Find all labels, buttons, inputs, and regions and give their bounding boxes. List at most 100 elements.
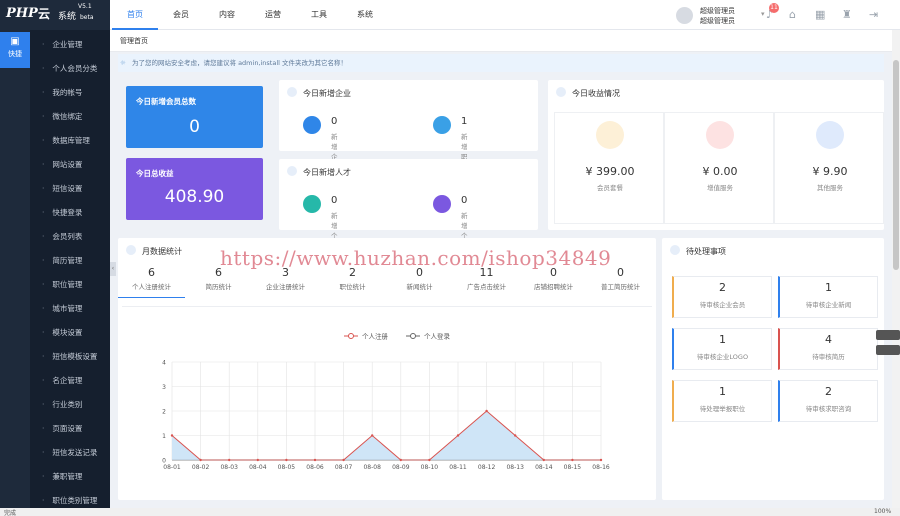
- sidebar-item[interactable]: 模块设置: [30, 321, 110, 345]
- user-menu[interactable]: 超级管理员 超级管理员 ▾: [676, 6, 766, 26]
- todo-label: 待审核求职咨询: [805, 405, 852, 413]
- zoom-level: 100%: [874, 508, 892, 515]
- todo-reported-jobs[interactable]: 1 待处理举报职位: [672, 380, 772, 422]
- todo-resumes[interactable]: 4 待审核简历: [778, 328, 878, 370]
- y-tick-label: 4: [162, 360, 166, 367]
- legend-label: 个人登录: [424, 332, 451, 341]
- tab-label: 职位统计: [339, 283, 366, 291]
- todo-company-logo[interactable]: 1 待审核企业LOGO: [672, 328, 772, 370]
- income-member-package-value: ¥ 399.00: [585, 165, 635, 178]
- x-tick-label: 08-16: [592, 464, 610, 471]
- home-icon[interactable]: ⌂: [789, 8, 796, 21]
- sidebar-item[interactable]: 行业类别: [30, 393, 110, 417]
- x-tick-label: 08-03: [220, 464, 238, 471]
- sidebar-item[interactable]: 职位类别管理: [30, 489, 110, 508]
- todo-label: 待审核企业新闻: [805, 301, 852, 309]
- tab-label: 个人注册统计: [132, 283, 171, 291]
- top-bar: PHP 云 系统 V5.1 beta 首页 会员 内容 运营 工具 系统 超级管…: [0, 0, 900, 30]
- data-point-register: [428, 458, 431, 462]
- nav-operation[interactable]: 运营: [250, 0, 296, 30]
- logout-icon[interactable]: ⇥: [869, 8, 878, 21]
- today-income-card: 今日总收益 408.90: [126, 158, 263, 220]
- todo-value: 1: [719, 385, 726, 398]
- sidebar-item[interactable]: 快捷登录: [30, 201, 110, 225]
- y-tick-label: 2: [162, 409, 166, 416]
- sidebar-item[interactable]: 页面设置: [30, 417, 110, 441]
- todo-label: 待处理举报职位: [699, 405, 746, 413]
- todo-company-members[interactable]: 2 待审核企业会员: [672, 276, 772, 318]
- nav-member[interactable]: 会员: [158, 0, 204, 30]
- sidebar-item[interactable]: 微信绑定: [30, 105, 110, 129]
- nav-system[interactable]: 系统: [342, 0, 388, 30]
- coin-icon: [556, 87, 566, 97]
- sidebar-item[interactable]: 名企管理: [30, 369, 110, 393]
- sidebar-item[interactable]: 企业管理: [30, 33, 110, 57]
- avatar: [676, 7, 693, 24]
- todo-value: 2: [719, 281, 726, 294]
- sidebar-item[interactable]: 简历管理: [30, 249, 110, 273]
- sidebar-item[interactable]: 短信设置: [30, 177, 110, 201]
- income-value-added[interactable]: ¥ 0.00 增值服务: [664, 112, 774, 224]
- income-value-added-value: ¥ 0.00: [702, 165, 738, 178]
- new-companies-panel: 今日新增企业 0 新增企业会员 1 新增职位: [279, 80, 538, 191]
- clipboard-icon: [670, 245, 680, 255]
- tab-label: 店铺招聘统计: [534, 283, 573, 291]
- todo-panel: 待处理事项 2 待审核企业会员 1 待审核企业新闻 1 待审核企业LOGO 4 …: [662, 238, 884, 500]
- income-other[interactable]: ¥ 9.90 其他服务: [774, 112, 884, 224]
- todo-job-consult[interactable]: 2 待审核求职咨询: [778, 380, 878, 422]
- sidebar-collapse-handle[interactable]: ‹: [110, 262, 116, 276]
- sidebar-item[interactable]: 会员列表: [30, 225, 110, 249]
- logo-yun: 云: [38, 7, 51, 21]
- rail-shortcut[interactable]: ▣ 快捷: [0, 32, 30, 68]
- monthly-stats-panel: 月数据统计 6 个人注册统计 6 简历统计 3 企业注册统计 2 职位统计 0 …: [118, 238, 656, 500]
- sidebar-item[interactable]: 个人会员分类: [30, 57, 110, 81]
- rail-shortcut-label: 快捷: [8, 50, 22, 58]
- todo-label: 待审核企业LOGO: [696, 353, 749, 361]
- income-member-package[interactable]: ¥ 399.00 会员套餐: [554, 112, 664, 224]
- new-talents-panel: 今日新增人才 0 新增个人会员 0 新增个人简历: [279, 159, 538, 270]
- x-tick-label: 08-02: [192, 464, 210, 471]
- new-talents-title: 今日新增人才: [303, 168, 351, 177]
- income-panel: 今日收益情况 ¥ 399.00 会员套餐 ¥ 0.00 增值服务 ¥ 9.90 …: [548, 80, 884, 230]
- sidebar-item[interactable]: 短信发送记录: [30, 441, 110, 465]
- x-tick-label: 08-08: [363, 464, 381, 471]
- tab-personal-register[interactable]: 6 个人注册统计: [118, 266, 185, 298]
- todo-company-news[interactable]: 1 待审核企业新闻: [778, 276, 878, 318]
- data-point-register: [342, 458, 345, 462]
- sidebar-item[interactable]: 职位管理: [30, 273, 110, 297]
- nav-tools[interactable]: 工具: [296, 0, 342, 30]
- breadcrumb: 管理首页: [110, 30, 900, 52]
- legend-marker: [348, 333, 354, 339]
- floating-tool[interactable]: [876, 345, 900, 355]
- apps-icon[interactable]: ▦: [815, 8, 825, 21]
- data-point-register: [456, 434, 460, 437]
- building-icon: [303, 116, 321, 134]
- floating-tool[interactable]: [876, 330, 900, 340]
- breadcrumb-home[interactable]: 管理首页: [120, 36, 148, 46]
- today-member-total-label: 今日新增会员总数: [136, 97, 196, 106]
- x-tick-label: 08-12: [478, 464, 496, 471]
- data-point-register: [485, 409, 488, 413]
- sidebar-item[interactable]: 网站设置: [30, 153, 110, 177]
- income-other-label: 其他服务: [817, 184, 843, 192]
- scrollbar-thumb[interactable]: [893, 60, 899, 270]
- monthly-chart: 个人注册 个人登录0123408-01 08-02 08-03 08-04 08-05 08…: [162, 332, 610, 472]
- sidebar-item[interactable]: 兼职管理: [30, 465, 110, 489]
- clean-icon[interactable]: ♜: [842, 8, 852, 21]
- sidebar-item[interactable]: 数据库管理: [30, 129, 110, 153]
- tab-value: 6: [148, 266, 155, 279]
- todo-label: 待审核简历: [812, 353, 845, 361]
- sidebar-item[interactable]: 城市管理: [30, 297, 110, 321]
- x-tick-label: 08-10: [421, 464, 439, 471]
- security-notice: 为了您的网站安全考虑，请您建议将 admin,install 文件夹改为其它名称…: [118, 54, 884, 72]
- notification-badge: 11: [769, 3, 779, 13]
- income-title: 今日收益情况: [572, 89, 620, 98]
- sidebar-item[interactable]: 短信模板设置: [30, 345, 110, 369]
- sidebar-item[interactable]: 我的帐号: [30, 81, 110, 105]
- logo: PHP 云 系统 V5.1 beta: [0, 0, 110, 30]
- income-other-value: ¥ 9.90: [812, 165, 848, 178]
- tab-label: 简历统计: [205, 283, 232, 291]
- y-tick-label: 3: [162, 384, 166, 391]
- nav-home[interactable]: 首页: [112, 0, 158, 30]
- nav-content[interactable]: 内容: [204, 0, 250, 30]
